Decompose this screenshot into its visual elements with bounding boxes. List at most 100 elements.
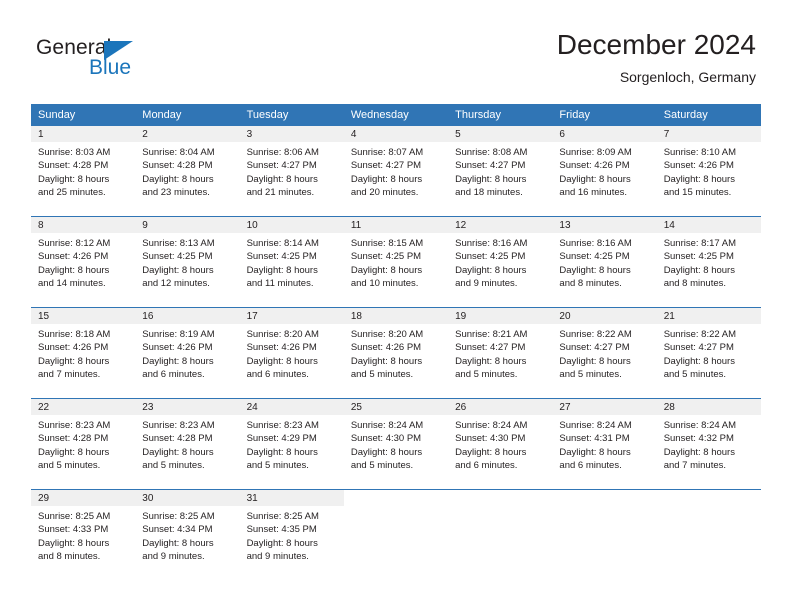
day-cell[interactable]: 18 Sunrise: 8:20 AM Sunset: 4:26 PM Dayl…	[343, 307, 449, 399]
daylight-text-line2: and 5 minutes.	[559, 369, 622, 381]
day-details: Sunrise: 8:16 AM Sunset: 4:25 PM Dayligh…	[448, 233, 552, 291]
day-cell[interactable]: 28 Sunrise: 8:24 AM Sunset: 4:32 PM Dayl…	[656, 398, 761, 490]
day-cell[interactable]: 11 Sunrise: 8:15 AM Sunset: 4:25 PM Dayl…	[343, 216, 449, 308]
daylight-text-line2: and 21 minutes.	[246, 187, 315, 199]
daylight-text-line1: Daylight: 8 hours	[246, 537, 318, 549]
sunrise-text: Sunrise: 8:10 AM	[663, 147, 737, 158]
daylight-text-line1: Daylight: 8 hours	[350, 355, 423, 367]
sunset-text: Sunset: 4:31 PM	[559, 433, 630, 445]
day-cell[interactable]: 14 Sunrise: 8:17 AM Sunset: 4:25 PM Dayl…	[656, 216, 761, 308]
day-number: 15	[31, 308, 136, 324]
daylight-text-line2: and 10 minutes.	[350, 278, 419, 290]
daylight-text-line2: and 6 minutes.	[246, 369, 309, 381]
day-cell[interactable]: 15 Sunrise: 8:18 AM Sunset: 4:26 PM Dayl…	[31, 307, 136, 399]
day-number: 2	[135, 126, 240, 142]
sunrise-text: Sunrise: 8:23 AM	[246, 420, 319, 431]
sunset-text: Sunset: 4:25 PM	[455, 251, 526, 263]
sunset-text: Sunset: 4:25 PM	[559, 251, 630, 263]
calendar-body: 1 Sunrise: 8:03 AM Sunset: 4:28 PM Dayli…	[31, 126, 761, 580]
day-cell[interactable]: 24 Sunrise: 8:23 AM Sunset: 4:29 PM Dayl…	[239, 398, 344, 490]
day-details: Sunrise: 8:24 AM Sunset: 4:30 PM Dayligh…	[448, 415, 552, 473]
daylight-text-line1: Daylight: 8 hours	[455, 264, 527, 276]
daylight-text-line1: Daylight: 8 hours	[142, 173, 214, 185]
day-cell[interactable]: 20 Sunrise: 8:22 AM Sunset: 4:27 PM Dayl…	[552, 307, 657, 399]
daylight-text-line2: and 6 minutes.	[455, 460, 518, 472]
sunrise-text: Sunrise: 8:12 AM	[38, 238, 111, 249]
day-cell[interactable]: 19 Sunrise: 8:21 AM Sunset: 4:27 PM Dayl…	[448, 307, 553, 399]
daylight-text-line2: and 9 minutes.	[142, 551, 205, 563]
sunrise-text: Sunrise: 8:06 AM	[246, 147, 319, 158]
day-cell[interactable]: 23 Sunrise: 8:23 AM Sunset: 4:28 PM Dayl…	[135, 398, 240, 490]
day-number: 7	[656, 126, 761, 142]
title-block: December 2024 Sorgenloch, Germany	[557, 28, 756, 87]
day-cell[interactable]: 26 Sunrise: 8:24 AM Sunset: 4:30 PM Dayl…	[448, 398, 553, 490]
day-cell[interactable]: 7 Sunrise: 8:10 AM Sunset: 4:26 PM Dayli…	[656, 126, 761, 217]
day-cell[interactable]: 31 Sunrise: 8:25 AM Sunset: 4:35 PM Dayl…	[239, 489, 344, 580]
sunrise-text: Sunrise: 8:23 AM	[142, 420, 215, 431]
sunset-text: Sunset: 4:25 PM	[246, 251, 317, 263]
day-number: 17	[239, 308, 344, 324]
day-number: 4	[343, 126, 449, 142]
day-details: Sunrise: 8:13 AM Sunset: 4:25 PM Dayligh…	[135, 233, 239, 291]
sunrise-text: Sunrise: 8:17 AM	[663, 238, 737, 249]
day-cell[interactable]: 9 Sunrise: 8:13 AM Sunset: 4:25 PM Dayli…	[135, 216, 240, 308]
page-subtitle: Sorgenloch, Germany	[619, 69, 756, 85]
sunset-text: Sunset: 4:33 PM	[38, 524, 109, 536]
week-row: 8 Sunrise: 8:12 AM Sunset: 4:26 PM Dayli…	[31, 216, 761, 308]
daylight-text-line2: and 23 minutes.	[142, 187, 210, 199]
day-cell[interactable]: 27 Sunrise: 8:24 AM Sunset: 4:31 PM Dayl…	[552, 398, 657, 490]
day-number: 27	[552, 399, 657, 415]
day-number	[344, 490, 448, 506]
day-cell[interactable]: 13 Sunrise: 8:16 AM Sunset: 4:25 PM Dayl…	[552, 216, 657, 308]
page-title: December 2024	[556, 29, 756, 60]
day-number: 30	[135, 490, 240, 506]
day-cell[interactable]: 8 Sunrise: 8:12 AM Sunset: 4:26 PM Dayli…	[31, 216, 136, 308]
day-number: 1	[31, 126, 136, 142]
day-cell[interactable]: 1 Sunrise: 8:03 AM Sunset: 4:28 PM Dayli…	[31, 126, 136, 217]
day-details: Sunrise: 8:22 AM Sunset: 4:27 PM Dayligh…	[657, 324, 761, 382]
sunset-text: Sunset: 4:27 PM	[246, 160, 317, 172]
day-cell[interactable]: 3 Sunrise: 8:06 AM Sunset: 4:27 PM Dayli…	[239, 126, 344, 217]
day-cell[interactable]: 12 Sunrise: 8:16 AM Sunset: 4:25 PM Dayl…	[448, 216, 553, 308]
daylight-text-line2: and 11 minutes.	[246, 278, 314, 290]
day-cell[interactable]: 22 Sunrise: 8:23 AM Sunset: 4:28 PM Dayl…	[31, 398, 136, 490]
sunset-text: Sunset: 4:26 PM	[142, 342, 213, 354]
daylight-text-line2: and 5 minutes.	[455, 369, 518, 381]
day-cell[interactable]: 30 Sunrise: 8:25 AM Sunset: 4:34 PM Dayl…	[135, 489, 240, 580]
page-header: General Blue December 2024 Sorgenloch, G…	[0, 0, 792, 100]
day-cell[interactable]: 16 Sunrise: 8:19 AM Sunset: 4:26 PM Dayl…	[135, 307, 240, 399]
day-number: 10	[239, 217, 344, 233]
sunrise-text: Sunrise: 8:24 AM	[663, 420, 737, 431]
sunset-text: Sunset: 4:27 PM	[455, 160, 526, 172]
general-blue-logo[interactable]: General Blue	[36, 36, 156, 84]
calendar-header-row: Sunday Monday Tuesday Wednesday Thursday…	[31, 104, 761, 126]
week-row: 29 Sunrise: 8:25 AM Sunset: 4:33 PM Dayl…	[31, 489, 761, 580]
daylight-text-line1: Daylight: 8 hours	[38, 446, 110, 458]
daylight-text-line1: Daylight: 8 hours	[559, 355, 631, 367]
day-details: Sunrise: 8:23 AM Sunset: 4:28 PM Dayligh…	[31, 415, 135, 473]
day-details: Sunrise: 8:06 AM Sunset: 4:27 PM Dayligh…	[240, 142, 344, 200]
logo-text-blue: Blue	[89, 56, 132, 79]
day-number: 16	[135, 308, 240, 324]
day-cell[interactable]: 17 Sunrise: 8:20 AM Sunset: 4:26 PM Dayl…	[239, 307, 344, 399]
daylight-text-line1: Daylight: 8 hours	[38, 355, 110, 367]
day-cell[interactable]: 25 Sunrise: 8:24 AM Sunset: 4:30 PM Dayl…	[343, 398, 449, 490]
day-details: Sunrise: 8:04 AM Sunset: 4:28 PM Dayligh…	[135, 142, 239, 200]
daylight-text-line2: and 5 minutes.	[663, 369, 727, 381]
day-cell[interactable]: 5 Sunrise: 8:08 AM Sunset: 4:27 PM Dayli…	[448, 126, 553, 217]
day-cell-empty	[656, 489, 761, 580]
day-details: Sunrise: 8:24 AM Sunset: 4:31 PM Dayligh…	[552, 415, 656, 473]
day-cell[interactable]: 2 Sunrise: 8:04 AM Sunset: 4:28 PM Dayli…	[135, 126, 240, 217]
daylight-text-line2: and 8 minutes.	[38, 551, 101, 563]
day-cell[interactable]: 29 Sunrise: 8:25 AM Sunset: 4:33 PM Dayl…	[31, 489, 136, 580]
day-cell[interactable]: 21 Sunrise: 8:22 AM Sunset: 4:27 PM Dayl…	[656, 307, 761, 399]
sunset-text: Sunset: 4:25 PM	[142, 251, 213, 263]
day-number: 28	[656, 399, 761, 415]
day-number: 24	[239, 399, 344, 415]
day-details: Sunrise: 8:23 AM Sunset: 4:28 PM Dayligh…	[135, 415, 239, 473]
day-cell[interactable]: 4 Sunrise: 8:07 AM Sunset: 4:27 PM Dayli…	[343, 126, 449, 217]
day-cell[interactable]: 10 Sunrise: 8:14 AM Sunset: 4:25 PM Dayl…	[239, 216, 344, 308]
day-number: 25	[343, 399, 449, 415]
day-details: Sunrise: 8:15 AM Sunset: 4:25 PM Dayligh…	[344, 233, 448, 291]
day-cell[interactable]: 6 Sunrise: 8:09 AM Sunset: 4:26 PM Dayli…	[552, 126, 657, 217]
